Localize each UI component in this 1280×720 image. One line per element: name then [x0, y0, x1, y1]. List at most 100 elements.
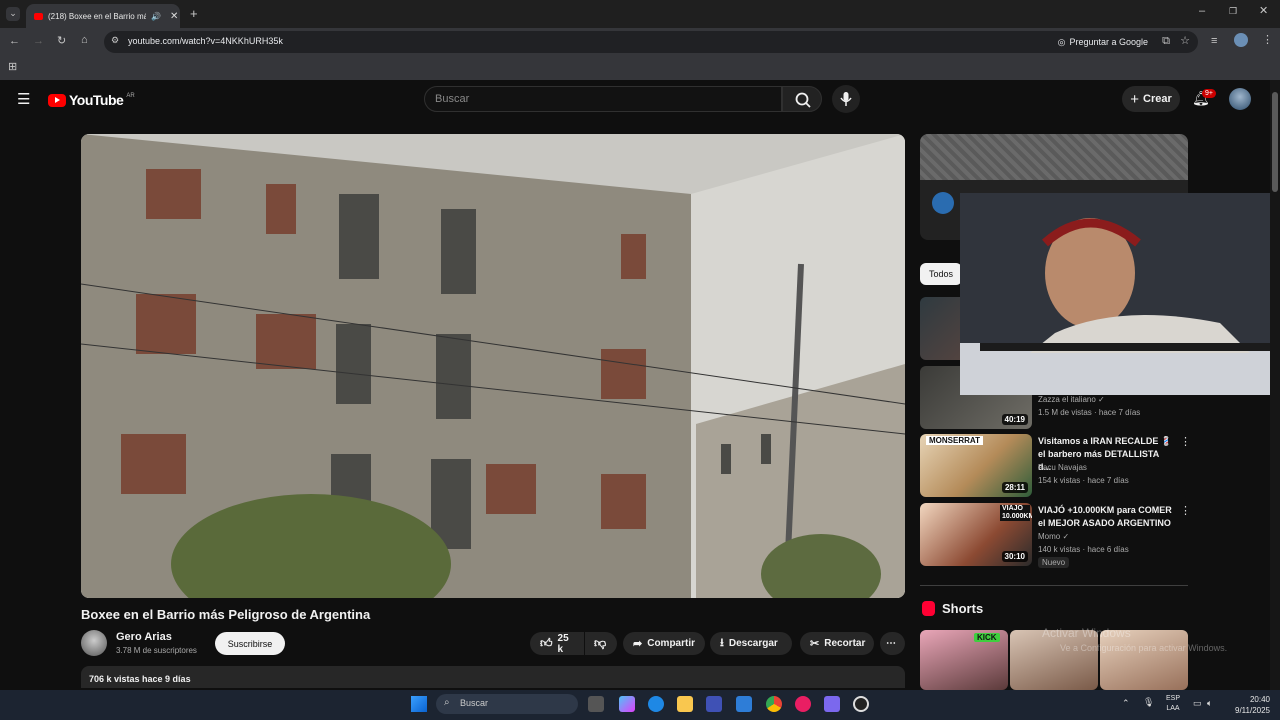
shorts-heading: Shorts: [942, 601, 984, 616]
hamburger-menu-icon[interactable]: ☰: [17, 92, 30, 107]
views-and-date: 706 k vistas hace 9 días: [89, 674, 191, 684]
more-actions-button[interactable]: ⋯: [880, 632, 905, 655]
description-box[interactable]: 706 k vistas hace 9 días: [81, 666, 905, 688]
chrome-menu-icon[interactable]: ⋮: [1262, 35, 1273, 46]
store-icon[interactable]: [706, 696, 722, 712]
subscribe-button[interactable]: Suscribirse: [215, 632, 285, 655]
recommendation-channel[interactable]: Zazza el italiano ✓: [1038, 395, 1105, 404]
notifications-badge: 9+: [1202, 89, 1216, 98]
reading-list-icon[interactable]: ≡: [1211, 36, 1217, 47]
short-thumbnail[interactable]: KICK: [920, 630, 1008, 690]
thumbs-down-icon: 👎︎: [594, 636, 607, 650]
tab-search-icon[interactable]: ⌄: [6, 7, 20, 21]
outlook-icon[interactable]: [736, 696, 752, 712]
recommendation-channel[interactable]: Facu Navajas: [1038, 463, 1087, 472]
video-thumbnail[interactable]: MONSERRAT 28:11: [920, 434, 1032, 497]
video-duration: 30:10: [1001, 551, 1028, 562]
back-icon[interactable]: ←: [9, 36, 20, 47]
filter-chip-todos[interactable]: Todos: [920, 263, 962, 285]
media-player-icon[interactable]: [795, 696, 811, 712]
language-code: ESP: [1165, 695, 1180, 702]
recommendation-title[interactable]: VIAJÓ +10.000KM para COMER el MEJOR ASAD…: [1038, 504, 1174, 530]
windows-activation-title: Activar Windows: [1042, 626, 1131, 640]
new-badge: Nuevo: [1038, 557, 1070, 568]
webcam-frame: [960, 193, 1280, 395]
taskbar-search[interactable]: ⌕ Buscar: [436, 694, 578, 714]
close-window-icon[interactable]: ✕: [1259, 6, 1268, 17]
like-button[interactable]: 👍︎ 25 k: [530, 632, 584, 655]
recommendation-meta: 154 k vistas · hace 7 días: [1038, 476, 1129, 485]
search-button[interactable]: [782, 86, 822, 112]
create-label: Crear: [1143, 93, 1172, 105]
channel-avatar[interactable]: [81, 630, 107, 656]
share-button[interactable]: ➦ Compartir: [623, 632, 705, 655]
recommendation-channel[interactable]: Momo ✓: [1038, 532, 1069, 541]
search-input[interactable]: Buscar: [424, 86, 782, 112]
url-text[interactable]: youtube.com/watch?v=4NKKhURH35k: [128, 36, 283, 46]
account-avatar[interactable]: [1229, 88, 1251, 110]
minimize-icon[interactable]: –: [1199, 6, 1205, 17]
share-label: Compartir: [647, 638, 696, 649]
microphone-icon: [840, 92, 852, 106]
site-info-icon[interactable]: ⚙: [111, 36, 119, 45]
file-explorer-icon[interactable]: [677, 696, 693, 712]
youtube-logo[interactable]: YouTube AR: [48, 92, 135, 108]
clip-button[interactable]: ✂ Recortar: [800, 632, 874, 655]
tray-chevron-icon[interactable]: ⌃: [1122, 699, 1130, 708]
recommendation-meta: 140 k vistas · hace 6 días: [1038, 545, 1129, 554]
ad-banner: [920, 134, 1188, 180]
install-icon[interactable]: ⧉: [1162, 36, 1170, 47]
system-clock[interactable]: 20:40 9/11/2025: [1226, 694, 1270, 716]
scrollbar-thumb[interactable]: [1272, 92, 1278, 192]
windows-start-icon[interactable]: [411, 696, 427, 712]
volume-icon[interactable]: 🔈︎: [1207, 699, 1212, 708]
channel-name[interactable]: Gero Arias: [116, 631, 172, 643]
thumbnail-text: MONSERRAT: [926, 436, 983, 445]
reload-icon[interactable]: ↻: [57, 36, 66, 47]
language-indicator[interactable]: ESP LAA: [1164, 694, 1182, 714]
logo-text: YouTube: [69, 92, 124, 108]
like-count: 25 k: [557, 632, 569, 655]
more-vertical-icon[interactable]: ⋮: [1180, 435, 1191, 448]
more-vertical-icon[interactable]: ⋮: [1180, 504, 1191, 517]
teams-icon[interactable]: [824, 696, 840, 712]
app-icon[interactable]: [853, 696, 869, 712]
copilot-icon[interactable]: [619, 696, 635, 712]
video-player[interactable]: [81, 134, 905, 598]
task-view-icon[interactable]: [588, 696, 604, 712]
thumbnail-text: VIAJO 10.000KM: [1000, 505, 1032, 521]
clock-time: 20:40: [1249, 695, 1270, 704]
tray-mic-icon[interactable]: 🎙︎: [1143, 698, 1154, 707]
dislike-button[interactable]: 👎︎: [585, 632, 617, 655]
download-label: Descargar: [728, 638, 778, 649]
download-icon: ⭳: [720, 637, 724, 649]
network-icon[interactable]: ▭: [1193, 699, 1202, 708]
plus-icon: +: [1130, 90, 1139, 108]
tab-title: (218) Boxee en el Barrio más: [48, 11, 146, 21]
youtube-play-icon: [48, 93, 66, 107]
create-button[interactable]: + Crear: [1122, 86, 1180, 112]
video-thumbnail[interactable]: VIAJO 10.000KM 30:10: [920, 503, 1032, 566]
maximize-icon[interactable]: ❐: [1229, 7, 1237, 16]
browser-tab[interactable]: (218) Boxee en el Barrio más 🔊 ✕: [26, 4, 180, 28]
close-tab-icon[interactable]: ✕: [170, 11, 178, 22]
apps-grid-icon[interactable]: ⊞: [8, 62, 17, 73]
profile-avatar[interactable]: [1234, 33, 1248, 47]
shorts-icon: [922, 601, 935, 616]
forward-icon[interactable]: →: [33, 36, 44, 47]
chrome-icon[interactable]: [766, 696, 782, 712]
more-horizontal-icon: ⋯: [886, 638, 896, 649]
new-tab-icon[interactable]: +: [190, 7, 198, 20]
speaker-icon[interactable]: 🔊: [151, 12, 161, 21]
share-arrow-icon: ➦: [633, 638, 643, 650]
omnibox[interactable]: ⚙ youtube.com/watch?v=4NKKhURH35k ◎ Preg…: [104, 31, 1198, 53]
address-bar-row: ← → ↻ ⌂ ⚙ youtube.com/watch?v=4NKKhURH35…: [0, 28, 1280, 56]
scissors-icon: ✂: [810, 638, 820, 650]
voice-search-button[interactable]: [832, 85, 860, 113]
download-button[interactable]: ⭳ Descargar: [710, 632, 792, 655]
edge-icon[interactable]: [648, 696, 664, 712]
ask-google-button[interactable]: ◎ Preguntar a Google: [1058, 34, 1148, 50]
bookmark-star-icon[interactable]: ☆: [1180, 36, 1190, 47]
divider: [920, 585, 1188, 586]
home-icon[interactable]: ⌂: [81, 35, 88, 46]
